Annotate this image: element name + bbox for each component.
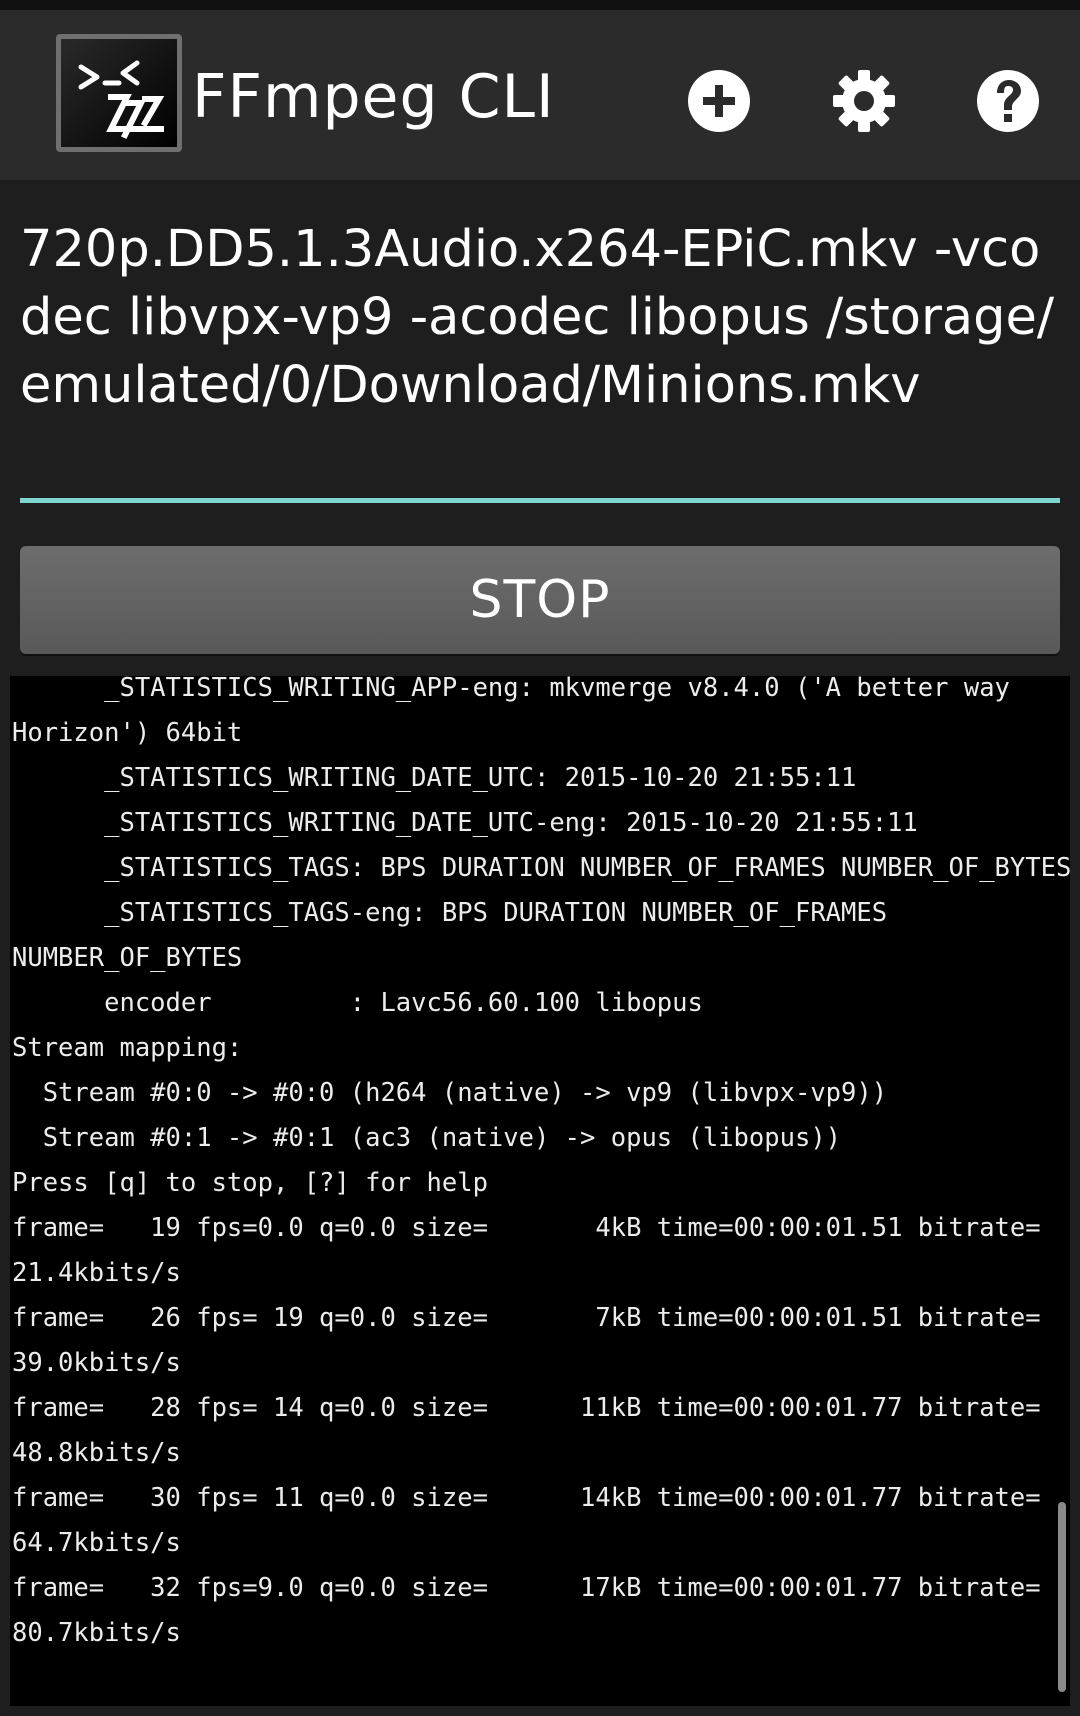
console-line: frame= 28 fps= 14 q=0.0 size= 11kB time=…: [12, 1393, 1041, 1423]
console-line: NUMBER_OF_BYTES: [12, 943, 243, 973]
console-line: frame= 30 fps= 11 q=0.0 size= 14kB time=…: [12, 1483, 1041, 1513]
console-line: 21.4kbits/s: [12, 1258, 181, 1288]
console-line: frame= 32 fps=9.0 q=0.0 size= 17kB time=…: [12, 1573, 1041, 1603]
console-line: Stream #0:1 -> #0:1 (ac3 (native) -> opu…: [12, 1123, 842, 1153]
console-scrollbar[interactable]: [1058, 1502, 1066, 1692]
console-line: _STATISTICS_WRITING_DATE_UTC: 2015-10-20…: [12, 763, 857, 793]
console-line: _STATISTICS_WRITING_APP-eng: mkvmerge v8…: [12, 676, 1010, 703]
app-logo-icon: [56, 34, 182, 152]
console-line: Press [q] to stop, [?] for help: [12, 1168, 488, 1198]
add-icon[interactable]: [686, 68, 752, 134]
console-line: 39.0kbits/s: [12, 1348, 181, 1378]
console-line: Stream #0:0 -> #0:0 (h264 (native) -> vp…: [12, 1078, 888, 1108]
action-bar: FFmpeg CLI: [0, 0, 1080, 180]
console-output[interactable]: _STATISTICS_WRITING_APP-eng: mkvmerge v8…: [10, 676, 1070, 1706]
input-underline: [20, 498, 1060, 503]
stop-button[interactable]: STOP: [20, 546, 1060, 654]
console-lines: _STATISTICS_WRITING_APP-eng: mkvmerge v8…: [12, 676, 1070, 1701]
console-line: frame= 26 fps= 19 q=0.0 size= 7kB time=0…: [12, 1303, 1041, 1333]
console-line: _STATISTICS_TAGS: BPS DURATION NUMBER_OF…: [12, 853, 1070, 883]
console-line: Stream mapping:: [12, 1033, 243, 1063]
settings-gear-icon[interactable]: [831, 68, 897, 134]
console-line: 80.7kbits/s: [12, 1618, 181, 1648]
console-line: 48.8kbits/s: [12, 1438, 181, 1468]
console-line: encoder : Lavc56.60.100 libopus: [12, 988, 703, 1018]
console-line: _STATISTICS_TAGS-eng: BPS DURATION NUMBE…: [12, 898, 888, 928]
console-line: 64.7kbits/s: [12, 1528, 181, 1558]
console-line: _STATISTICS_WRITING_DATE_UTC-eng: 2015-1…: [12, 808, 918, 838]
screen: FFmpeg CLI 720p.DD5.1.3Audio.x264-EPiC.m…: [0, 0, 1080, 1716]
console-line: frame= 19 fps=0.0 q=0.0 size= 4kB time=0…: [12, 1213, 1041, 1243]
app-title: FFmpeg CLI: [192, 62, 555, 132]
console-line: Horizon') 64bit: [12, 718, 243, 748]
help-icon[interactable]: [975, 68, 1041, 134]
command-input[interactable]: 720p.DD5.1.3Audio.x264-EPiC.mkv -vcodec …: [20, 212, 1060, 502]
